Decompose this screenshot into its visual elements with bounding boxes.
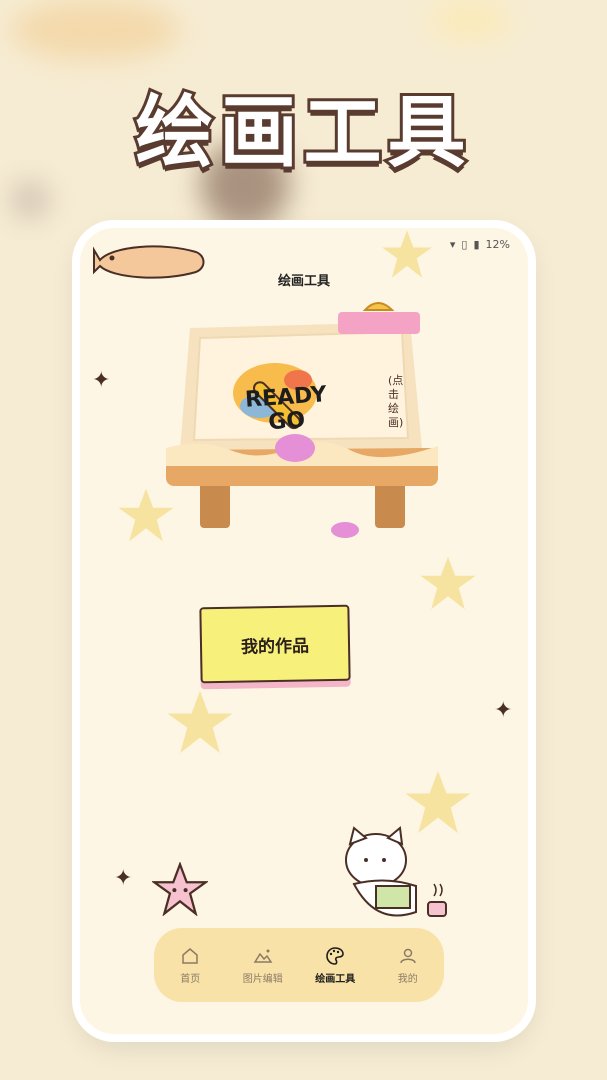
wifi-icon: ▾ (449, 238, 456, 251)
palette-icon (326, 946, 345, 965)
tab-profile[interactable]: 我的 (376, 946, 440, 985)
battery-level: 12% (485, 238, 510, 251)
star-decoration (382, 230, 432, 278)
my-works-label: 我的作品 (199, 604, 351, 684)
user-icon (400, 948, 416, 963)
sparkle-icon: ✦ (114, 866, 133, 891)
sim-icon: ▯ (461, 238, 468, 251)
bg-blob (10, 0, 180, 60)
tab-label: 图片编辑 (242, 973, 283, 985)
sparkle-icon: ✦ (92, 368, 111, 393)
bg-blob (10, 180, 50, 220)
bg-blob (430, 0, 510, 40)
home-icon (182, 947, 198, 964)
page-title: 绘画工具 (277, 274, 330, 289)
tab-label: 绘画工具 (315, 973, 356, 985)
battery-icon: ▮ (473, 238, 480, 251)
mountain-image-icon (253, 949, 273, 963)
pink-star-decoration (152, 862, 208, 916)
tab-drawing-tools[interactable]: 绘画工具 (303, 946, 367, 985)
tab-image-edit[interactable]: 图片编辑 (231, 946, 295, 985)
cat-reading-illustration (345, 826, 447, 917)
hero-title: 绘画工具 (132, 85, 472, 181)
tab-label: 首页 (180, 973, 201, 985)
star-decoration (420, 556, 476, 610)
bottom-tab-bar: 首页 图片编辑 绘画工具 我的 (154, 928, 444, 1002)
canvas-board-text: READY GO (244, 382, 327, 436)
my-works-button[interactable]: 我的作品 (199, 604, 351, 684)
sparkle-icon: ✦ (494, 698, 513, 723)
tab-home[interactable]: 首页 (158, 946, 222, 985)
tap-to-draw-hint: (点击绘画) (388, 374, 404, 429)
drawing-canvas-button[interactable]: READY GO (点击绘画) (160, 298, 450, 538)
tab-label: 我的 (397, 973, 418, 985)
status-bar: ▾ ▯ ▮ 12% (450, 238, 510, 251)
star-decoration (167, 690, 233, 754)
phone-frame: ▾ ▯ ▮ 12% 绘画工具 ✦ ✦ ✦ READY GO (点击绘画) 我的作… (80, 228, 528, 1034)
